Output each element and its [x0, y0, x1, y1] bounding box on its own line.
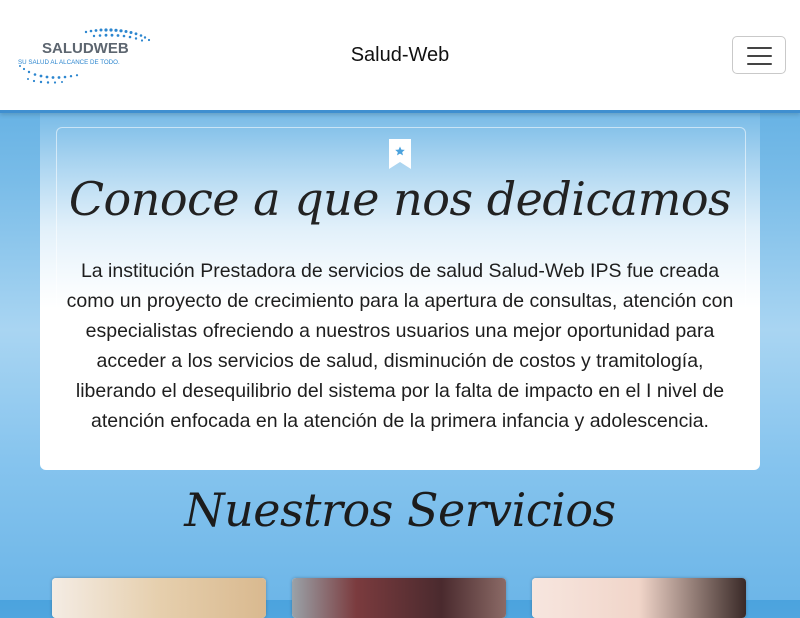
- bookmark-star-icon: [388, 138, 412, 170]
- services-title: Nuestros Servicios: [184, 483, 616, 537]
- service-card-2[interactable]: [292, 578, 506, 618]
- about-text: La institución Prestadora de servicios d…: [66, 260, 734, 432]
- service-photo-3: [532, 578, 746, 618]
- about-title: Conoce a que nos dedicamos: [68, 172, 732, 226]
- service-photo-1: [52, 578, 266, 618]
- saludweb-logo[interactable]: SALUDWEB SU SALUD AL ALCANCE DE TODO.: [16, 26, 161, 84]
- service-card-1[interactable]: [52, 578, 266, 618]
- service-card-3[interactable]: [532, 578, 746, 618]
- service-photo-2: [292, 578, 506, 618]
- brand-title[interactable]: Salud-Web: [351, 44, 450, 66]
- navbar: SALUDWEB SU SALUD AL ALCANCE DE TODO. Sa…: [0, 0, 800, 113]
- menu-toggle-button[interactable]: [732, 36, 786, 74]
- logo-tagline: SU SALUD AL ALCANCE DE TODO.: [18, 59, 120, 66]
- logo-text: SALUDWEB: [42, 40, 129, 57]
